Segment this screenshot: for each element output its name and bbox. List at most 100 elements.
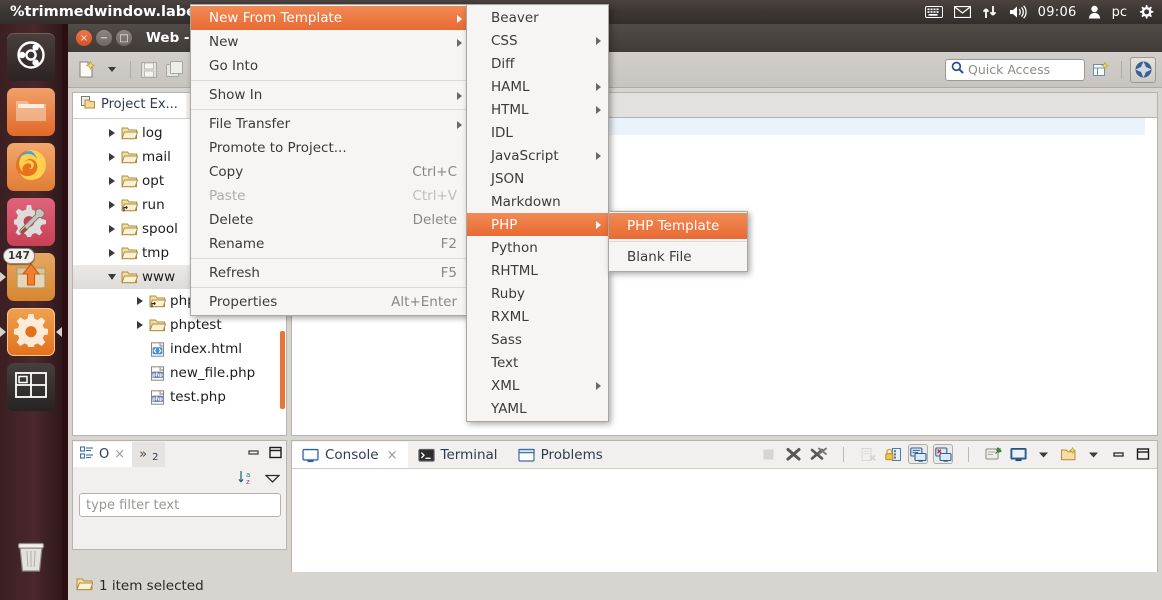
sort-az-icon[interactable]: az	[238, 470, 254, 489]
open-console-button[interactable]	[1058, 444, 1078, 464]
pin-console-button[interactable]	[983, 444, 1003, 464]
perspective-web-icon[interactable]	[1130, 56, 1156, 83]
display-console-button[interactable]	[1008, 444, 1028, 464]
menu-item-text[interactable]: Text	[467, 351, 608, 374]
show-console-on-error-button[interactable]	[933, 444, 953, 464]
menu-item-haml[interactable]: HAML	[467, 75, 608, 98]
menu-item-yaml[interactable]: YAML	[467, 397, 608, 420]
quick-access-input[interactable]: Quick Access	[945, 58, 1085, 81]
menu-item-new-from-template[interactable]: New From Template	[191, 6, 469, 30]
user-icon[interactable]	[1088, 0, 1101, 24]
outline-close-icon[interactable]: ×	[114, 447, 125, 462]
username-label[interactable]: pc	[1112, 5, 1127, 20]
menu-item-css[interactable]: CSS	[467, 29, 608, 52]
tab-close-icon[interactable]: ×	[387, 448, 398, 463]
keyboard-icon[interactable]	[924, 0, 943, 24]
launcher-item-system-settings[interactable]	[0, 308, 62, 356]
menu-item-refresh[interactable]: Refresh F5	[191, 261, 469, 285]
menu-item-beaver[interactable]: Beaver	[467, 6, 608, 29]
menu-item-php[interactable]: PHP	[467, 213, 608, 236]
remove-launch-button[interactable]	[783, 444, 803, 464]
window-minimize-button[interactable]: −	[96, 30, 112, 46]
new-from-template-submenu[interactable]: Beaver CSS Diff HAML HTML IDL JavaScript JSON Ma…	[466, 4, 609, 422]
tree-twisty-collapsed-icon[interactable]	[105, 201, 119, 209]
launcher-item-software-updater[interactable]: 147	[0, 248, 55, 301]
menu-item-ruby[interactable]: Ruby	[467, 282, 608, 305]
maximize-console-button[interactable]	[1133, 444, 1153, 464]
tab-problems[interactable]: Problems	[508, 442, 613, 468]
menu-item-python[interactable]: Python	[467, 236, 608, 259]
menu-item-show-in[interactable]: Show In	[191, 83, 469, 107]
menu-item-diff[interactable]: Diff	[467, 52, 608, 75]
menu-item-delete[interactable]: Delete Delete	[191, 208, 469, 232]
menu-item-markdown[interactable]: Markdown	[467, 190, 608, 213]
tree-twisty-expanded-icon[interactable]	[105, 274, 119, 280]
menu-item-promote-to-project[interactable]: Promote to Project...	[191, 136, 469, 160]
tree-twisty-collapsed-icon[interactable]	[105, 225, 119, 233]
save-all-icon[interactable]	[163, 58, 187, 82]
menu-item-rename[interactable]: Rename F2	[191, 232, 469, 256]
tab-overflow[interactable]: » 2	[132, 442, 166, 467]
tree-item-test-php[interactable]: php test.php	[73, 385, 286, 409]
minimize-console-button[interactable]	[1108, 444, 1128, 464]
window-close-button[interactable]: ×	[76, 30, 92, 46]
tab-terminal[interactable]: Terminal	[408, 442, 508, 468]
menu-item-properties[interactable]: Properties Alt+Enter	[191, 290, 469, 314]
tree-twisty-collapsed-icon[interactable]	[105, 129, 119, 137]
maximize-icon[interactable]	[269, 446, 282, 463]
context-menu[interactable]: New From Template New Go Into Show In File T…	[190, 4, 470, 316]
menu-item-blank-file[interactable]: Blank File	[609, 244, 747, 270]
window-maximize-button[interactable]: □	[116, 30, 132, 46]
menu-item-copy[interactable]: Copy Ctrl+C	[191, 160, 469, 184]
tab-console[interactable]: Console ×	[292, 442, 408, 468]
minimize-icon[interactable]	[247, 446, 260, 463]
tree-twisty-collapsed-icon[interactable]	[105, 249, 119, 257]
new-perspective-icon[interactable]	[1089, 58, 1113, 82]
new-file-icon[interactable]	[74, 58, 98, 82]
clock[interactable]: 09:06	[1038, 5, 1077, 20]
php-template-submenu[interactable]: PHP Template Blank File	[608, 211, 748, 272]
tab-outline[interactable]: O ×	[73, 442, 133, 467]
tree-twisty-collapsed-icon[interactable]	[105, 177, 119, 185]
volume-icon[interactable]	[1009, 0, 1027, 24]
menu-item-idl[interactable]: IDL	[467, 121, 608, 144]
menu-item-sass[interactable]: Sass	[467, 328, 608, 351]
launcher-item-system-tools[interactable]	[7, 198, 55, 246]
scroll-lock-button[interactable]	[883, 444, 903, 464]
menu-item-php-template[interactable]: PHP Template	[609, 213, 747, 239]
menu-item-json[interactable]: JSON	[467, 167, 608, 190]
tab-project-explorer[interactable]: Project Ex...	[73, 93, 186, 118]
tree-item-phptest[interactable]: phptest	[73, 313, 286, 337]
menu-item-new[interactable]: New	[191, 30, 469, 54]
menu-item-html[interactable]: HTML	[467, 98, 608, 121]
display-console-dropdown[interactable]	[1033, 444, 1053, 464]
launcher-item-firefox[interactable]	[7, 143, 55, 191]
tree-twisty-collapsed-icon[interactable]	[105, 153, 119, 161]
new-file-dropdown[interactable]	[100, 58, 124, 82]
menu-item-rxml[interactable]: RXML	[467, 305, 608, 328]
tree-twisty-collapsed-icon[interactable]	[133, 297, 147, 305]
menu-item-rhtml[interactable]: RHTML	[467, 259, 608, 282]
open-console-dropdown[interactable]	[1083, 444, 1103, 464]
save-icon[interactable]	[137, 58, 161, 82]
network-updown-icon[interactable]	[982, 0, 998, 24]
tree-item-index-html[interactable]: index.html	[73, 337, 286, 361]
remove-all-launches-button[interactable]	[808, 444, 828, 464]
menu-item-file-transfer[interactable]: File Transfer	[191, 112, 469, 136]
gear-icon[interactable]	[1138, 0, 1154, 24]
menu-item-label: Ruby	[491, 285, 525, 302]
show-console-on-output-button[interactable]	[908, 444, 928, 464]
menu-item-go-into[interactable]: Go Into	[191, 54, 469, 78]
launcher-item-ubuntu-dash[interactable]	[7, 33, 55, 81]
view-menu-icon[interactable]	[264, 472, 281, 487]
outline-filter-input[interactable]: type filter text	[79, 493, 281, 517]
envelope-icon[interactable]	[953, 0, 971, 24]
menu-item-javascript[interactable]: JavaScript	[467, 144, 608, 167]
tree-scrollbar[interactable]	[280, 331, 285, 409]
tree-item-new-file-php[interactable]: php new_file.php	[73, 361, 286, 385]
tree-twisty-collapsed-icon[interactable]	[133, 321, 147, 329]
launcher-item-files[interactable]	[7, 88, 55, 136]
launcher-item-trash[interactable]	[7, 535, 55, 583]
menu-item-xml[interactable]: XML	[467, 374, 608, 397]
launcher-item-workspace-switcher[interactable]	[7, 363, 55, 411]
